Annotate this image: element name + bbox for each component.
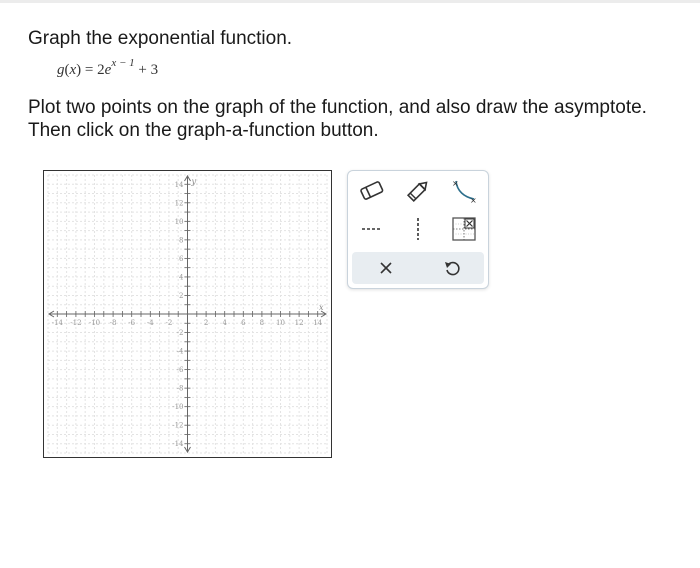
- curve-icon: × ×: [452, 179, 477, 205]
- function-formula: g(x) = 2ex − 1 + 3: [57, 57, 159, 79]
- x-tick-label: 8: [260, 319, 264, 327]
- question-prompt: Graph the exponential function.: [28, 28, 293, 49]
- pencil-icon: [406, 181, 428, 203]
- formula-constant: + 3: [138, 62, 159, 78]
- y-tick-label: 2: [179, 292, 183, 300]
- graph-canvas[interactable]: x y -14 -14 -12 -12 -10 -10 -8 -8 -6 -6 -4 -4 -2 -2 2 2 4 4…: [43, 170, 332, 458]
- y-axis-label: y: [191, 177, 197, 186]
- dashed-vertical-line-icon: [417, 218, 419, 240]
- axes: [48, 175, 327, 453]
- top-border: [0, 0, 700, 3]
- clear-button[interactable]: [368, 252, 404, 284]
- x-tick-label: 2: [204, 319, 208, 327]
- x-tick-label: -8: [110, 319, 117, 327]
- undo-button[interactable]: [434, 252, 470, 284]
- dashed-horizontal-line-icon: [362, 228, 382, 230]
- instructions-line-1: Plot two points on the graph of the func…: [28, 97, 647, 118]
- y-tick-label: -14: [172, 440, 184, 448]
- coordinate-plane[interactable]: x y -14 -14 -12 -12 -10 -10 -8 -8 -6 -6 -4 -4 -2 -2 2 2 4 4…: [44, 171, 331, 457]
- y-tick-label: -10: [172, 403, 183, 411]
- x-axis-label: x: [319, 303, 324, 312]
- formula-paren-close: ): [76, 62, 82, 78]
- pencil-tool[interactable]: [400, 175, 436, 207]
- vertical-asymptote-tool[interactable]: [400, 213, 436, 245]
- formula-exponent: x − 1: [111, 57, 135, 69]
- y-tick-label: 6: [179, 255, 184, 263]
- x-tick-label: -14: [52, 319, 64, 327]
- instructions: Plot two points on the graph of the func…: [28, 96, 700, 142]
- y-tick-label: 8: [179, 236, 183, 244]
- x-tick-label: -6: [128, 319, 135, 327]
- formula-coefficient: 2: [97, 62, 105, 78]
- svg-text:×: ×: [470, 196, 477, 205]
- y-tick-label: 4: [179, 273, 184, 281]
- close-icon: [380, 262, 392, 274]
- y-tick-label: -6: [177, 366, 184, 374]
- x-tick-label: 10: [276, 319, 285, 327]
- instructions-line-2: Then click on the graph-a-function butto…: [28, 120, 379, 141]
- eraser-icon: [360, 181, 384, 200]
- y-tick-label: -2: [177, 329, 184, 337]
- toolbar-actions: [352, 252, 484, 284]
- horizontal-asymptote-tool[interactable]: [354, 213, 390, 245]
- x-tick-label: 4: [222, 319, 227, 327]
- x-tick-label: -4: [147, 319, 154, 327]
- function-name: g: [57, 62, 65, 78]
- y-tick-label: 12: [175, 199, 184, 207]
- y-tick-label: -4: [177, 348, 184, 356]
- x-tick-label: 6: [241, 319, 246, 327]
- graph-toolbar: × ×: [347, 170, 489, 289]
- exponential-curve-tool[interactable]: × ×: [446, 175, 482, 207]
- graph-function-icon: [452, 217, 476, 241]
- y-tick-label: 14: [175, 181, 184, 189]
- x-tick-label: -12: [70, 319, 81, 327]
- x-tick-label: -10: [89, 319, 100, 327]
- svg-text:×: ×: [452, 179, 459, 188]
- y-tick-label: -12: [172, 422, 183, 430]
- x-tick-label: 14: [313, 319, 322, 327]
- eraser-tool[interactable]: [354, 175, 390, 207]
- formula-equals: =: [84, 62, 94, 78]
- y-tick-label: -8: [177, 385, 184, 393]
- y-tick-label: 10: [175, 218, 184, 226]
- graph-a-function-tool[interactable]: [446, 213, 482, 245]
- x-tick-label: 12: [295, 319, 304, 327]
- x-tick-label: -2: [165, 319, 172, 327]
- undo-icon: [445, 261, 460, 276]
